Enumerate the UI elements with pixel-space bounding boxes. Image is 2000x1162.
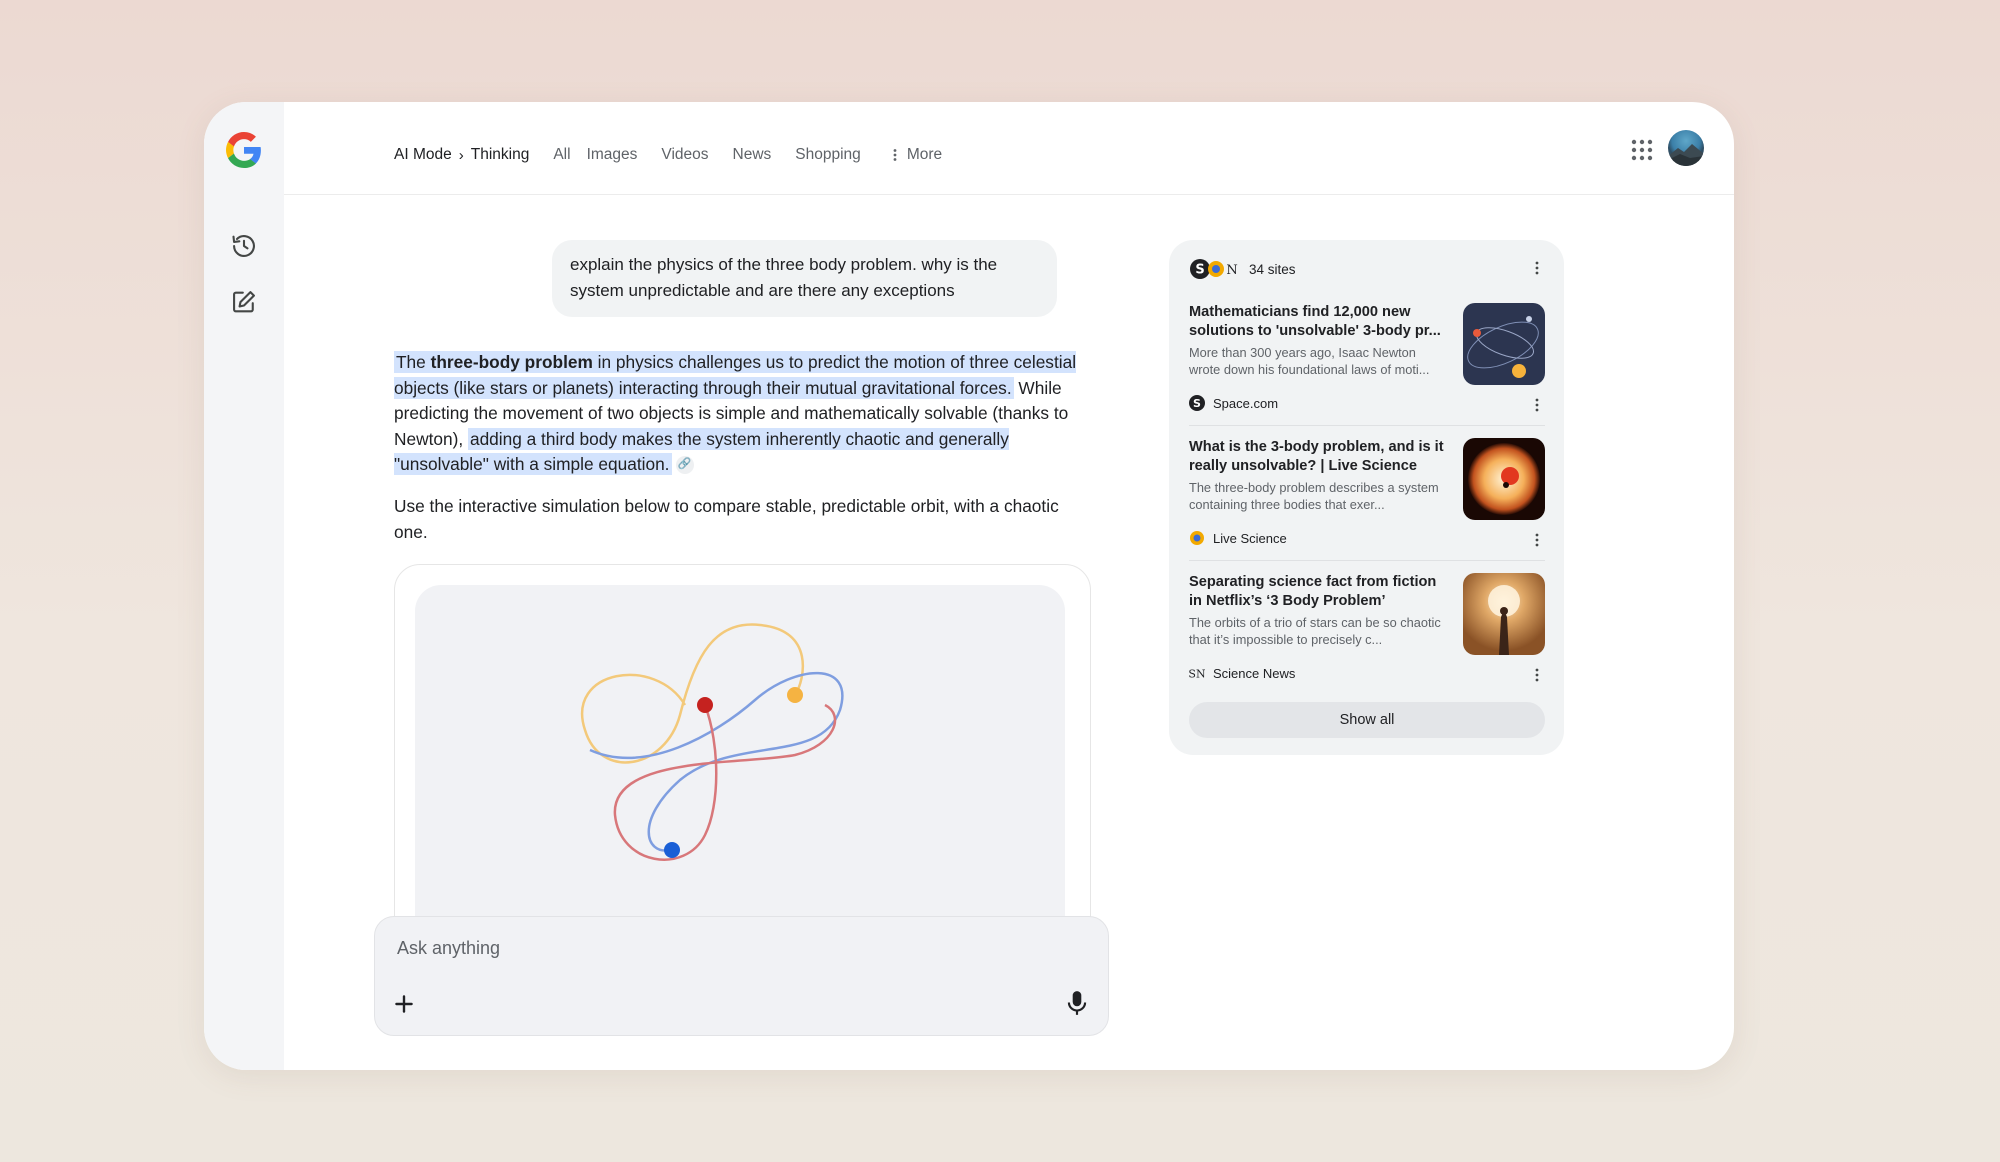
source-card-snippet: The orbits of a trio of stars can be so … [1189,615,1441,647]
microphone-icon[interactable] [1064,989,1090,1017]
source-card-snippet: More than 300 years ago, Isaac Newton wr… [1189,345,1430,377]
source-site[interactable]: Live Science [1189,530,1287,546]
ask-composer [374,916,1109,1036]
show-all-button[interactable]: Show all [1189,702,1545,738]
source-card[interactable]: Separating science fact from fiction in … [1189,573,1545,688]
answer-highlight-2[interactable]: adding a third body makes the system inh… [394,427,1009,475]
answer-highlight-1[interactable]: The three-body problem in physics challe… [394,351,1077,399]
source-thumbnail [1463,303,1545,385]
more-menu[interactable]: More [891,146,942,164]
source-menu-icon[interactable] [1529,532,1545,548]
app-window: AI Mode › Thinking All Images Videos New… [204,102,1734,1070]
tab-videos[interactable]: Videos [661,146,708,164]
user-query-bubble: explain the physics of the three body pr… [552,240,1057,317]
body-blue [664,842,680,858]
sources-panel: S N 34 sites Mathematicians find 12,000 … [1169,240,1564,755]
source-site[interactable]: S Space.com [1189,395,1278,411]
site-favicons-icon: S N [1190,259,1238,279]
answer-text: The [396,352,431,372]
ai-answer-paragraph: The three-body problem in physics challe… [394,350,1094,478]
answer-bold-term: three-body problem [430,352,593,372]
source-card-title[interactable]: Mathematicians find 12,000 new solutions… [1189,303,1444,341]
source-site-name: Space.com [1213,395,1279,411]
new-chat-icon[interactable] [230,288,258,316]
source-thumbnail [1463,438,1545,520]
sources-count: 34 sites [1249,261,1296,277]
svg-text:S: S [1195,263,1204,278]
avatar[interactable] [1668,130,1704,166]
source-site[interactable]: SN Science News [1189,665,1295,681]
tab-all[interactable]: All [553,146,570,164]
plus-icon[interactable] [391,991,417,1017]
tab-shopping[interactable]: Shopping [795,146,861,164]
source-menu-icon[interactable] [1529,397,1545,413]
more-vert-icon [893,149,897,161]
apps-grid-icon[interactable] [1630,138,1654,162]
divider [1189,425,1545,426]
avatar-image [1668,144,1704,166]
sources-menu-icon[interactable] [1529,260,1545,276]
history-icon[interactable] [230,232,258,260]
search-nav: AI Mode › Thinking All Images Videos New… [394,146,942,164]
source-site-name: Science News [1213,665,1296,681]
top-bar: AI Mode › Thinking All Images Videos New… [284,102,1734,195]
ask-input[interactable] [395,937,999,960]
simulation-card [394,564,1091,965]
orbit-simulation[interactable] [415,585,1065,965]
live-science-icon [1190,531,1204,545]
source-card-title[interactable]: Separating science fact from fiction in … [1189,573,1444,611]
source-link-icon[interactable]: 🔗 [675,456,694,475]
space-com-icon: S [1189,395,1205,411]
svg-text:N: N [1226,263,1237,278]
source-card[interactable]: Mathematicians find 12,000 new solutions… [1189,303,1545,418]
sidebar [204,102,284,1070]
tab-news[interactable]: News [733,146,772,164]
science-news-icon: SN [1189,668,1205,681]
source-card-snippet: The three-body problem describes a syste… [1189,480,1439,512]
breadcrumb-ai-mode[interactable]: AI Mode [394,146,452,164]
svg-text:SN: SN [1189,668,1205,681]
body-red [697,697,713,713]
body-yellow [787,687,803,703]
source-card-title[interactable]: What is the 3-body problem, and is it re… [1189,438,1444,476]
orbit-canvas [581,623,844,861]
ai-answer-paragraph-2: Use the interactive simulation below to … [394,496,1059,542]
source-site-name: Live Science [1213,530,1287,546]
divider [1189,560,1545,561]
more-label: More [906,146,943,163]
sources-header[interactable]: S N 34 sites [1189,258,1296,280]
source-thumbnail [1463,573,1545,655]
breadcrumb-thinking[interactable]: Thinking [471,146,530,164]
breadcrumb-separator: › [458,146,464,164]
source-menu-icon[interactable] [1529,667,1545,683]
svg-text:S: S [1193,397,1201,410]
source-card[interactable]: What is the 3-body problem, and is it re… [1189,438,1545,553]
google-logo-icon[interactable] [226,132,262,168]
tab-images[interactable]: Images [587,146,638,164]
